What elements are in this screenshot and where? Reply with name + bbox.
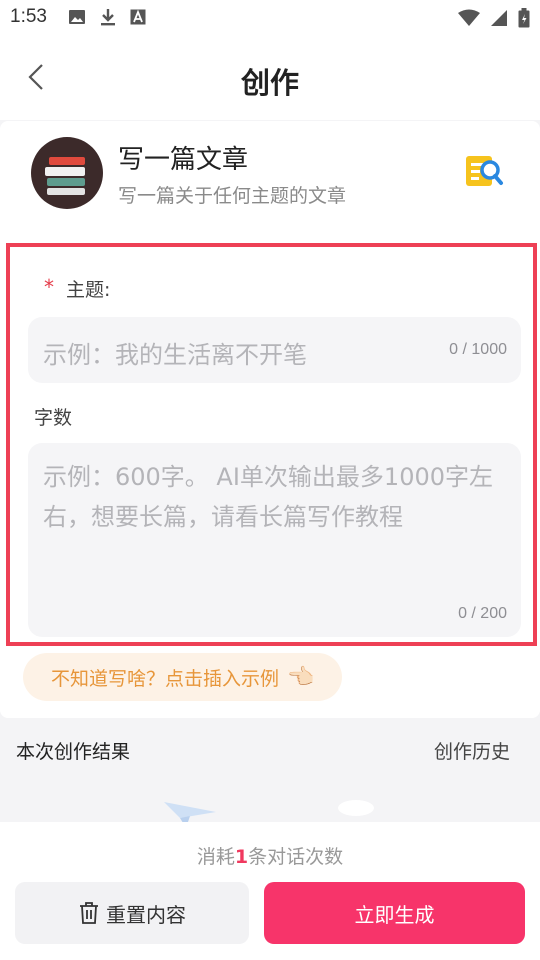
generate-button[interactable]: 立即生成	[264, 882, 525, 944]
required-mark: *	[44, 275, 54, 299]
status-icons-right	[458, 8, 530, 28]
topic-label: 主题:	[66, 279, 111, 301]
book-stack-icon	[31, 137, 103, 209]
word-count-label: 字数	[34, 407, 73, 429]
download-icon	[101, 9, 115, 26]
input-form-box: * 主题: 示例：我的生活离不开笔 0 / 1000 字数 示例：600字。 A…	[6, 243, 537, 646]
document-search-icon[interactable]	[464, 152, 504, 188]
trash-icon	[80, 902, 98, 924]
pointing-hand-icon: 👈🏻	[287, 664, 315, 690]
usage-note: 消耗1条对话次数	[0, 842, 540, 869]
result-section-title: 本次创作结果	[16, 741, 131, 763]
topic-char-count: 0 / 1000	[449, 341, 507, 358]
usage-prefix: 消耗	[196, 846, 235, 868]
page-title: 创作	[240, 66, 299, 100]
insert-example-label: 不知道写啥？点击插入示例	[51, 667, 280, 690]
top-bar: 创作	[0, 36, 540, 120]
reset-button[interactable]: 重置内容	[15, 882, 249, 944]
usage-suffix: 条对话次数	[248, 846, 344, 868]
tool-title: 写一篇文章	[118, 145, 249, 175]
result-area	[0, 770, 540, 830]
form-card: 写一篇文章 写一篇关于任何主题的文章 * 主题: 示例：我的生活离不开笔 0 /…	[0, 121, 540, 718]
font-icon	[130, 9, 146, 25]
usage-count: 1	[234, 846, 249, 868]
history-link[interactable]: 创作历史	[434, 737, 510, 764]
topic-placeholder: 示例：我的生活离不开笔	[43, 341, 307, 369]
bottom-bar: 消耗1条对话次数 重置内容 立即生成	[0, 822, 540, 960]
status-icons-left	[68, 8, 146, 26]
signal-icon	[491, 10, 507, 26]
insert-example-button[interactable]: 不知道写啥？点击插入示例 👈🏻	[23, 653, 343, 701]
wifi-icon	[458, 9, 480, 26]
reset-label: 重置内容	[106, 902, 186, 927]
image-icon	[69, 10, 85, 24]
word-count-input[interactable]: 示例：600字。 AI单次输出最多1000字左右，想要长篇，请看长篇写作教程 0…	[28, 443, 521, 637]
status-bar: 1:53	[0, 0, 540, 36]
word-count-char-count: 0 / 200	[458, 605, 507, 622]
cloud-icon	[338, 800, 374, 816]
generate-label: 立即生成	[354, 902, 435, 927]
word-count-placeholder: 示例：600字。 AI单次输出最多1000字左右，想要长篇，请看长篇写作教程	[43, 463, 494, 531]
battery-icon	[518, 8, 530, 28]
status-time: 1:53	[10, 6, 47, 27]
tool-subtitle: 写一篇关于任何主题的文章	[118, 185, 347, 207]
topic-input[interactable]: 示例：我的生活离不开笔 0 / 1000	[28, 317, 521, 383]
